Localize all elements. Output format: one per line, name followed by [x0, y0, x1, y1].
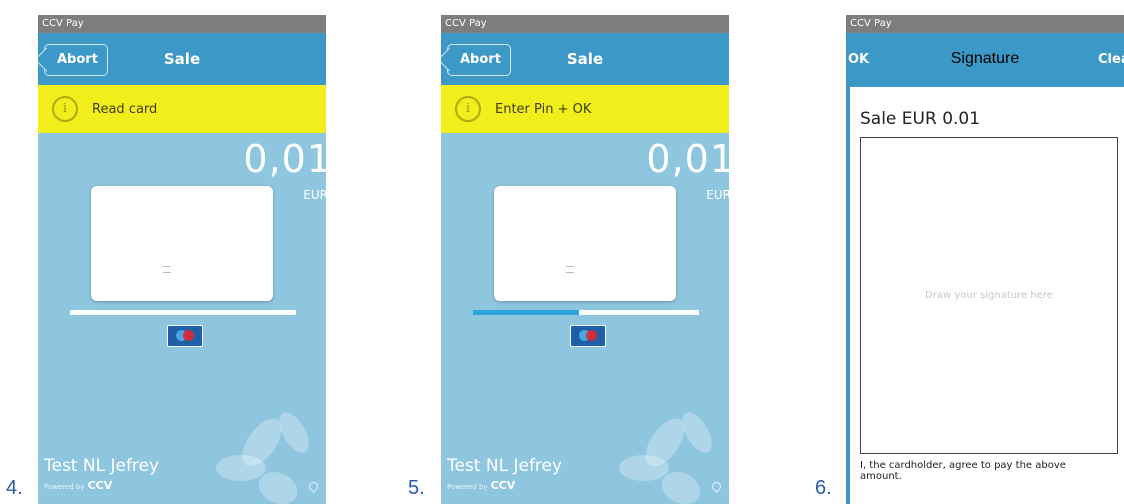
phone-screen-signature: CCV Pay OK Signature Clear Sale EUR 0.01…: [846, 15, 1124, 504]
notice-text: Enter Pin + OK: [495, 101, 592, 117]
status-bar: CCV Pay: [441, 15, 729, 33]
phone-screen-enter-pin: CCV Pay Abort Sale i Enter Pin + OK 0,01…: [441, 15, 729, 504]
ccv-logo: CCV: [87, 479, 113, 492]
step-label-5: 5.: [408, 477, 425, 499]
step-label-6: 6.: [815, 477, 832, 499]
currency: EUR: [303, 188, 326, 202]
maestro-icon: [570, 325, 606, 347]
screen-title: Sale: [163, 50, 201, 68]
amount: 0,01: [243, 137, 326, 181]
chip-icon: [566, 266, 574, 273]
location-pin-icon: [307, 480, 320, 493]
currency: EUR: [706, 188, 729, 202]
top-bar: Abort Sale: [441, 33, 729, 85]
powered-by-text: Powered by: [447, 483, 488, 491]
top-bar: Abort Sale: [38, 33, 326, 85]
clear-button[interactable]: Clear: [1098, 52, 1124, 67]
sale-heading: Sale EUR 0.01: [860, 109, 981, 129]
signature-canvas[interactable]: Draw your signature here: [860, 137, 1118, 454]
info-icon: i: [455, 96, 481, 122]
powered-by-text: Powered by: [44, 483, 85, 491]
info-icon: i: [52, 96, 78, 122]
status-bar: CCV Pay: [38, 15, 326, 33]
decorative-petal: [216, 455, 266, 481]
progress-bar: [70, 310, 296, 315]
amount: 0,01: [646, 137, 729, 181]
phone-screen-read-card: CCV Pay Abort Sale i Read card 0,01 EUR …: [38, 15, 326, 504]
powered-by: Powered by CCV: [447, 479, 515, 492]
decorative-petal: [619, 455, 669, 481]
card-illustration: [91, 186, 273, 301]
card-illustration: [494, 186, 676, 301]
top-bar: OK Signature Clear: [846, 33, 1124, 85]
abort-label: Abort: [57, 52, 98, 67]
screen-title: Signature: [950, 50, 1020, 67]
maestro-icon: [167, 325, 203, 347]
location-pin-icon: [710, 480, 723, 493]
notice-bar: i Read card: [38, 85, 326, 133]
progress-fill: [473, 310, 580, 315]
abort-button[interactable]: Abort: [44, 44, 108, 76]
abort-button[interactable]: Abort: [447, 44, 511, 76]
screen-title: Sale: [566, 50, 604, 68]
merchant-name: Test NL Jefrey: [447, 456, 563, 476]
ok-button[interactable]: OK: [848, 52, 869, 67]
powered-by: Powered by CCV: [44, 479, 112, 492]
abort-label: Abort: [460, 52, 501, 67]
signature-placeholder: Draw your signature here: [925, 290, 1053, 301]
ccv-logo: CCV: [490, 479, 516, 492]
notice-text: Read card: [92, 101, 158, 117]
agreement-text: I, the cardholder, agree to pay the abov…: [860, 460, 1066, 482]
merchant-name: Test NL Jefrey: [44, 456, 160, 476]
status-bar: CCV Pay: [846, 15, 1124, 33]
signature-panel: Sale EUR 0.01 Draw your signature here I…: [850, 87, 1124, 504]
notice-bar: i Enter Pin + OK: [441, 85, 729, 133]
progress-bar: [473, 310, 699, 315]
chip-icon: [163, 266, 171, 273]
step-label-4: 4.: [6, 477, 23, 499]
